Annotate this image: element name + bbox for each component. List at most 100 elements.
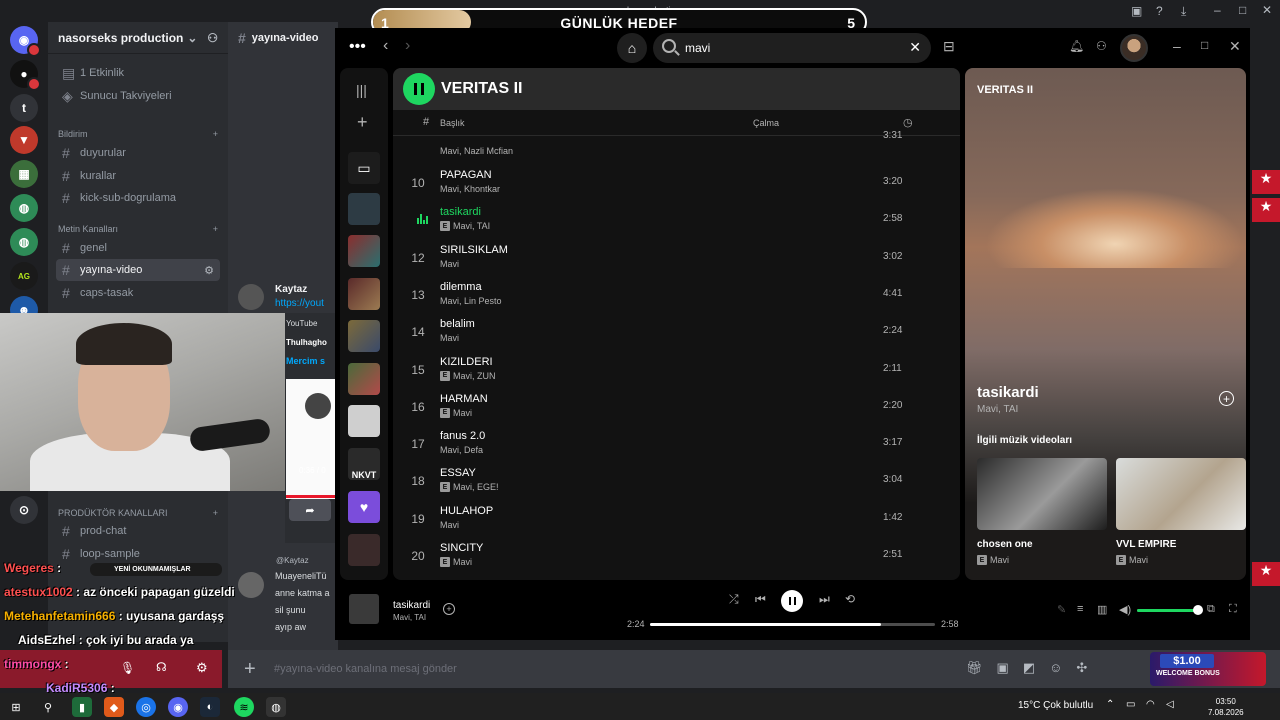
add-channel-icon[interactable]: + <box>213 129 218 139</box>
download-icon[interactable]: ⤓ <box>1181 4 1186 19</box>
clear-search-icon[interactable]: ✕ <box>909 39 921 56</box>
category-header[interactable]: Bildirim + <box>58 129 218 139</box>
youtube-embed[interactable]: YouTube Thulhagho Mercim s 0:36 / 0 ➦ <box>285 313 335 543</box>
previous-icon[interactable]: ⏮︎ <box>755 592 766 607</box>
channel-item[interactable]: # kurallar <box>56 165 220 187</box>
track-title[interactable]: ESSAY <box>440 467 476 479</box>
message-link[interactable]: https://yout <box>275 298 324 309</box>
help-icon[interactable]: ? <box>1156 4 1163 18</box>
friends-activity-icon[interactable]: ⚇ <box>1096 39 1107 53</box>
settings-icon[interactable]: ⚙ <box>196 660 208 676</box>
track-title[interactable]: tasikardi <box>440 206 481 218</box>
boosts-item[interactable]: ◈ Sunucu Takviyeleri <box>56 85 220 107</box>
browse-icon[interactable]: ⊟ <box>943 38 955 55</box>
events-item[interactable]: ▤ 1 Etkinlik <box>56 62 220 84</box>
apps-icon[interactable]: ✣ <box>1076 660 1087 676</box>
related-video-artist-label[interactable]: Mavi <box>1129 555 1148 565</box>
server-folder-icon[interactable]: ▦ <box>10 160 38 188</box>
track-row[interactable]: 18 ESSAY E Mavi, EGE! 3:04 <box>393 462 960 499</box>
track-artists[interactable]: Mavi <box>453 408 472 418</box>
headphones-icon[interactable]: ☊ <box>156 660 167 674</box>
volume-icon[interactable]: ◀︎) <box>1119 603 1131 616</box>
avatar[interactable] <box>238 284 264 310</box>
obs-icon[interactable]: ◍ <box>266 697 286 717</box>
now-playing-artists[interactable]: Mavi, TAI <box>977 404 1018 415</box>
library-item[interactable] <box>348 534 380 566</box>
shuffle-icon[interactable]: ⤮ <box>729 592 739 607</box>
forward-icon[interactable]: › <box>405 37 410 55</box>
sticker-icon[interactable]: ◩ <box>1023 660 1035 676</box>
track-title[interactable]: fanus 2.0 <box>440 430 485 442</box>
track-artists[interactable]: Mavi <box>440 520 459 530</box>
track-artists[interactable]: Mavi, ZUN <box>453 371 496 381</box>
share-icon[interactable]: ➦ <box>289 499 331 521</box>
add-channel-icon[interactable]: + <box>213 508 218 518</box>
server-icon[interactable]: t <box>10 94 38 122</box>
related-video-title[interactable]: chosen one <box>977 539 1033 550</box>
liked-songs-icon[interactable]: ♥ <box>348 491 380 523</box>
related-video-title[interactable]: VVL EMPIRE <box>1116 539 1176 550</box>
home-icon[interactable]: ⌂ <box>617 33 647 63</box>
app-icon[interactable]: ▮ <box>72 697 92 717</box>
mic-icon[interactable]: 🎙︎ <box>120 661 135 675</box>
chrome-icon[interactable]: ◎ <box>136 697 156 717</box>
avatar[interactable] <box>238 572 264 598</box>
maximize-icon[interactable]: □ <box>1201 38 1208 52</box>
emoji-icon[interactable]: ☺ <box>1049 660 1062 676</box>
track-artists[interactable]: Mavi, EGE! <box>453 482 499 492</box>
add-channel-icon[interactable]: + <box>213 224 218 234</box>
server-header[interactable]: nasorseks production ⌄ ⚇ <box>48 22 228 54</box>
track-artists[interactable]: Mavi <box>440 333 459 343</box>
tray-icon[interactable]: ▭ <box>1126 699 1135 710</box>
lyrics-icon[interactable]: ✎ <box>1057 603 1066 616</box>
tray-chevron-icon[interactable]: ⌃ <box>1106 699 1114 710</box>
player-track-artist[interactable]: Mavi, TAI <box>393 613 426 622</box>
search-input[interactable]: mavi ✕ <box>653 33 931 63</box>
gif-icon[interactable]: ▣ <box>997 660 1009 676</box>
add-to-library-icon[interactable]: + <box>1219 391 1234 406</box>
notifications-icon[interactable]: 🔔︎ <box>1069 39 1084 53</box>
track-title[interactable]: belalim <box>440 318 475 330</box>
pause-button[interactable] <box>781 590 803 612</box>
minimize-icon[interactable]: – <box>1173 38 1181 54</box>
track-row[interactable]: 16 HARMAN E Mavi 2:20 <box>393 388 960 425</box>
server-icon[interactable]: AG <box>10 262 38 290</box>
track-title[interactable]: ZEMINLER <box>440 579 496 580</box>
library-item[interactable] <box>348 320 380 352</box>
library-item[interactable] <box>348 405 380 437</box>
now-playing-title[interactable]: tasikardi <box>977 384 1039 401</box>
gift-icon[interactable]: 🎁︎ <box>966 660 983 676</box>
volume-slider[interactable] <box>1137 605 1203 615</box>
track-artists[interactable]: Mavi <box>440 259 459 269</box>
player-track-title[interactable]: tasikardi <box>393 600 430 611</box>
channel-item[interactable]: # genel <box>56 237 220 259</box>
volume-knob[interactable] <box>1192 605 1203 615</box>
track-title[interactable]: dilemma <box>440 281 482 293</box>
track-artists[interactable]: Mavi <box>453 557 472 567</box>
track-row[interactable]: 17 fanus 2.0 Mavi, Defa 3:17 <box>393 425 960 462</box>
track-title[interactable]: PAPAGAN <box>440 169 492 181</box>
connect-device-icon[interactable]: ▥ <box>1097 603 1107 616</box>
library-icon[interactable]: ||| <box>356 82 367 98</box>
track-row[interactable]: 12 SIRILSIKLAM Mavi 3:02 <box>393 239 960 276</box>
library-item[interactable] <box>348 235 380 267</box>
track-artists[interactable]: Mavi, Khontkar <box>440 184 500 194</box>
settings-icon[interactable]: ⚙ <box>204 264 214 277</box>
server-icon[interactable]: ● <box>10 60 41 91</box>
channel-item[interactable]: # prod-chat <box>56 520 220 542</box>
spotify-icon[interactable]: ≋ <box>234 697 254 717</box>
channel-item[interactable]: # loop-sample <box>56 543 220 565</box>
track-row[interactable]: 19 HULAHOP Mavi 1:42 <box>393 500 960 537</box>
browser-icon[interactable]: ◆ <box>104 697 124 717</box>
more-options-icon[interactable]: ••• <box>349 38 366 56</box>
discover-icon[interactable]: ⊙ <box>10 496 38 524</box>
reply-user[interactable]: @Kaytaz <box>276 556 309 565</box>
track-row[interactable]: 10 PAPAGAN Mavi, Khontkar 3:20 <box>393 164 960 201</box>
close-icon[interactable]: ✕ <box>1229 38 1241 55</box>
inbox-icon[interactable]: ▣ <box>1131 4 1142 18</box>
windows-start-icon[interactable]: ⊞ <box>6 697 26 717</box>
invite-icon[interactable]: ⚇ <box>207 31 218 45</box>
search-icon[interactable]: ⚲ <box>38 697 58 717</box>
message-input[interactable]: + #yayına-video kanalına mesaj gönder 🎁︎… <box>228 650 1280 688</box>
now-playing-cover[interactable] <box>349 594 379 624</box>
